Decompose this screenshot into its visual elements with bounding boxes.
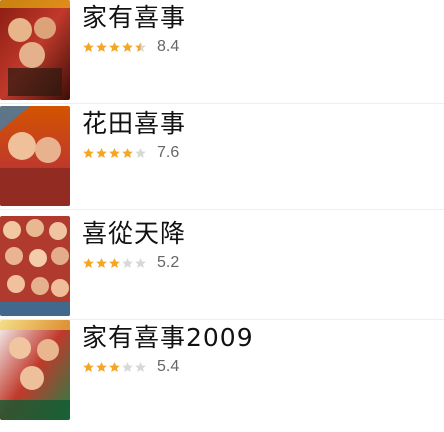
star-icon: [83, 361, 94, 372]
rating-score: 8.4: [157, 38, 180, 55]
list-item[interactable]: 花田喜事 7.6: [0, 106, 444, 210]
star-icon: [109, 41, 120, 52]
list-item[interactable]: 家有喜事 8.4: [0, 0, 444, 104]
rating-score: 5.2: [157, 254, 180, 271]
movie-list: 家有喜事 8.4 花田喜事 7.6 喜從天降 5.2 家有喜事2009 5.4: [0, 0, 444, 432]
poster-image: [0, 0, 70, 100]
movie-title: 喜從天降: [82, 219, 187, 248]
rating: 5.4: [82, 358, 179, 376]
rating: 7.6: [82, 144, 179, 162]
star-icon: [135, 257, 146, 268]
movie-poster[interactable]: [0, 0, 70, 100]
star-icon: [109, 257, 120, 268]
star-icon: [83, 257, 94, 268]
list-item[interactable]: 喜從天降 5.2: [0, 216, 444, 320]
star-icon: [122, 257, 133, 268]
star-rating: [82, 41, 147, 54]
star-icon: [83, 147, 94, 158]
star-icon: [135, 41, 146, 52]
star-rating: [82, 257, 147, 270]
poster-image: [0, 320, 70, 420]
rating-score: 7.6: [157, 144, 180, 161]
movie-poster[interactable]: [0, 216, 70, 316]
list-item[interactable]: 家有喜事2009 5.4: [0, 320, 444, 420]
poster-image: [0, 216, 70, 316]
star-icon: [96, 147, 107, 158]
star-icon: [135, 361, 146, 372]
star-icon: [122, 361, 133, 372]
movie-poster[interactable]: [0, 320, 70, 420]
star-icon: [83, 41, 94, 52]
star-icon: [109, 361, 120, 372]
star-icon: [122, 147, 133, 158]
rating-score: 5.4: [157, 358, 180, 375]
star-icon: [96, 41, 107, 52]
movie-title: 家有喜事2009: [82, 323, 254, 352]
star-rating: [82, 147, 147, 160]
movie-title: 家有喜事: [82, 3, 187, 32]
movie-poster[interactable]: [0, 106, 70, 206]
poster-image: [0, 106, 70, 206]
star-icon: [109, 147, 120, 158]
star-icon: [122, 41, 133, 52]
star-icon: [96, 361, 107, 372]
star-icon: [135, 147, 146, 158]
rating: 8.4: [82, 38, 179, 56]
movie-title: 花田喜事: [82, 109, 187, 138]
star-icon: [96, 257, 107, 268]
rating: 5.2: [82, 254, 179, 272]
star-rating: [82, 361, 147, 374]
